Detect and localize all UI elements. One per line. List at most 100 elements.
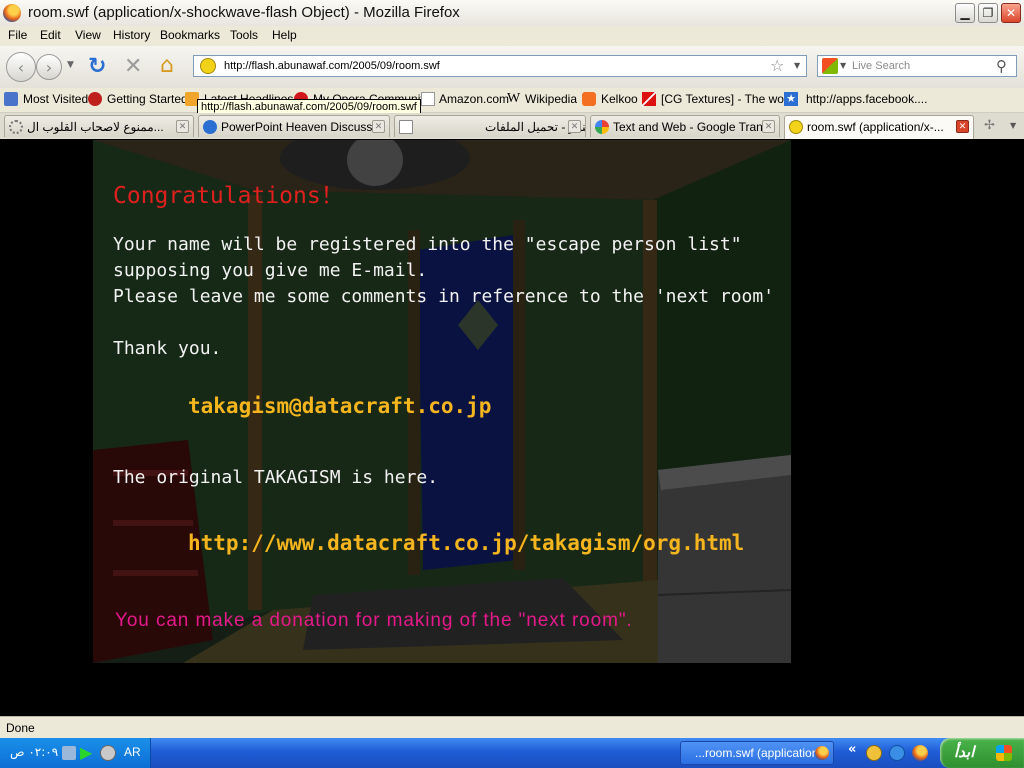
smiley-icon [789, 120, 803, 134]
tab-close-icon[interactable]: ✕ [956, 120, 969, 133]
google-icon [595, 120, 609, 134]
tab-4-label: Text and Web - Google Tran... [613, 120, 773, 134]
menu-bar: File Edit View History Bookmarks Tools H… [0, 26, 1024, 46]
getting-started-icon [88, 92, 102, 106]
message-line-3: Please leave me some comments in referen… [113, 286, 775, 307]
menu-edit[interactable]: Edit [40, 28, 61, 42]
stop-icon[interactable]: ✕ [124, 54, 142, 79]
bookmark-wikipedia[interactable]: Wikipedia [525, 92, 577, 106]
tray-app-icon[interactable] [100, 745, 116, 761]
bookmark-cg-textures[interactable]: [CG Textures] - The wo... [661, 92, 794, 106]
restore-button[interactable]: ❐ [978, 3, 998, 23]
tab-list-icon[interactable]: ▼ [1010, 121, 1016, 130]
tab-close-icon[interactable]: ✕ [372, 120, 385, 133]
bookmark-getting-started[interactable]: Getting Started [107, 92, 188, 106]
history-dropdown-icon[interactable]: ▼ [67, 60, 74, 70]
system-tray: ٠٢:٠٩ ص ▶ AR [0, 738, 151, 768]
home-icon[interactable]: ⌂ [160, 53, 174, 78]
taskbar-firefox-window[interactable]: ...room.swf (application [680, 741, 834, 765]
forward-button[interactable]: › [36, 54, 62, 80]
site-favicon-icon [200, 58, 216, 74]
media-play-icon[interactable]: ▶ [80, 743, 92, 762]
title-bar: room.swf (application/x-shockwave-flash … [0, 0, 1024, 27]
menu-help[interactable]: Help [272, 28, 297, 42]
forward-arrow-icon: › [45, 57, 53, 77]
search-box[interactable]: ▼ Live Search ⚲ [817, 55, 1017, 77]
tab-bar: ممنوع لاصحاب القلوب ال... ✕ PowerPoint H… [0, 113, 1024, 140]
wikipedia-icon: W [507, 91, 521, 106]
tab-5-active[interactable]: room.swf (application/x-... ✕ [784, 115, 974, 139]
bookmark-star-icon[interactable]: ☆ [770, 56, 784, 75]
star-bookmark-icon: ★ [784, 92, 798, 106]
minimize-button[interactable]: ▁ [955, 3, 975, 23]
search-icon[interactable]: ⚲ [996, 57, 1007, 75]
menu-file[interactable]: File [8, 28, 27, 42]
email-link[interactable]: takagism@datacraft.co.jp [188, 394, 491, 418]
tab-1[interactable]: ممنوع لاصحاب القلوب ال... ✕ [4, 115, 194, 137]
back-button[interactable]: ‹ [6, 52, 36, 82]
engine-dropdown-icon[interactable]: ▼ [840, 61, 846, 70]
tab-1-label: ممنوع لاصحاب القلوب ال... [27, 120, 164, 134]
message-line-1: Your name will be registered into the "e… [113, 234, 742, 255]
status-bar: Done [0, 716, 1024, 739]
tab-3[interactable]: المنابر - تحميل الملفات ✕ [394, 115, 586, 137]
menu-bookmarks[interactable]: Bookmarks [160, 28, 220, 42]
takagism-link[interactable]: http://www.datacraft.co.jp/takagism/org.… [188, 531, 744, 555]
menu-view[interactable]: View [75, 28, 101, 42]
info-icon [203, 120, 217, 134]
start-button[interactable]: ابدأ [940, 738, 1024, 768]
thank-you-text: Thank you. [113, 338, 222, 359]
network-icon[interactable] [62, 746, 76, 760]
firefox-quicklaunch-icon[interactable] [912, 745, 928, 761]
clock[interactable]: ٠٢:٠٩ ص [10, 745, 58, 759]
start-label: ابدأ [954, 744, 975, 761]
tab-4[interactable]: Text and Web - Google Tran... ✕ [590, 115, 780, 137]
tab-close-icon[interactable]: ✕ [176, 120, 189, 133]
live-search-engine-icon[interactable] [822, 58, 838, 74]
windows-logo-icon [996, 745, 1012, 761]
tab-2-label: PowerPoint Heaven Discuss... [221, 120, 383, 134]
close-window-button[interactable]: ✕ [1001, 3, 1021, 23]
menu-history[interactable]: History [113, 28, 150, 42]
close-icon: ✕ [1005, 6, 1017, 20]
url-bar[interactable]: http://flash.abunawaf.com/2005/09/room.s… [193, 55, 807, 77]
search-input[interactable]: Live Search [852, 60, 910, 72]
page-icon [399, 120, 413, 134]
flash-movie[interactable]: Congratulations！ Your name will be regis… [93, 140, 791, 663]
internet-explorer-icon[interactable] [889, 745, 905, 761]
most-visited-icon [4, 92, 18, 106]
page-content: Congratulations！ Your name will be regis… [0, 139, 1024, 716]
message-line-2: supposing you give me E-mail. [113, 260, 428, 281]
quicklaunch-expand-icon[interactable]: « [848, 742, 856, 757]
tab-close-icon[interactable]: ✕ [762, 120, 775, 133]
original-text: The original TAKAGISM is here. [113, 467, 439, 488]
donation-link[interactable]: You can make a donation for making of th… [115, 610, 633, 632]
loading-throbber-icon [9, 120, 23, 134]
congratulations-heading: Congratulations！ [113, 183, 344, 209]
page-icon [421, 92, 435, 106]
tab-close-icon[interactable]: ✕ [568, 120, 581, 133]
restore-icon: ❐ [982, 6, 994, 20]
url-text[interactable]: http://flash.abunawaf.com/2005/09/room.s… [224, 60, 440, 72]
window-title: room.swf (application/x-shockwave-flash … [28, 4, 460, 21]
bookmark-amazon[interactable]: Amazon.com [439, 92, 509, 106]
menu-tools[interactable]: Tools [230, 28, 258, 42]
language-indicator[interactable]: AR [124, 745, 141, 759]
firefox-icon [815, 746, 829, 760]
reload-icon[interactable]: ↻ [88, 54, 106, 79]
minimize-icon: ▁ [960, 6, 970, 20]
url-dropdown-icon[interactable]: ▼ [794, 61, 800, 70]
cg-textures-icon [642, 92, 656, 106]
taskbar-window-label: ...room.swf (application [695, 746, 819, 760]
bookmark-facebook-apps[interactable]: http://apps.facebook.... [806, 92, 927, 106]
firefox-icon [3, 4, 21, 22]
bookmarks-toolbar: Most Visited Getting Started Latest Head… [0, 88, 1024, 113]
bookmark-most-visited[interactable]: Most Visited [23, 92, 88, 106]
tab-2[interactable]: PowerPoint Heaven Discuss... ✕ [198, 115, 390, 137]
bookmark-kelkoo[interactable]: Kelkoo [601, 92, 638, 106]
back-arrow-icon: ‹ [17, 57, 25, 77]
kelkoo-icon [582, 92, 596, 106]
new-tab-icon[interactable]: ✢ [984, 118, 995, 133]
status-text: Done [6, 721, 35, 735]
media-player-icon[interactable] [866, 745, 882, 761]
